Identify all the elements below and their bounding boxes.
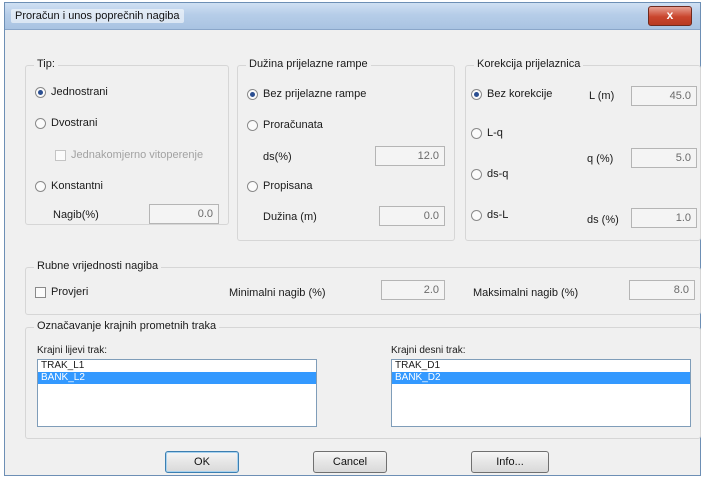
nagib-label: Nagib(%) [53,209,99,221]
radio-dvostrani[interactable] [35,118,46,129]
rubne-group: Rubne vrijednosti nagiba [25,260,701,315]
provjeri-label[interactable]: Provjeri [51,286,88,298]
list-item[interactable]: TRAK_D1 [392,360,690,372]
radio-proracunata-label[interactable]: Proračunata [263,119,323,131]
title-bar[interactable]: Proračun i unos poprečnih nagiba x [5,3,700,30]
radio-jednostrani[interactable] [35,87,46,98]
radio-bez-korekcije-label[interactable]: Bez korekcije [487,88,552,100]
nagib-input[interactable]: 0.0 [149,204,219,224]
list-item[interactable]: BANK_L2 [38,372,316,384]
radio-ds-q-label[interactable]: ds-q [487,168,508,180]
korekcija-legend: Korekcija prijelaznica [474,58,584,70]
radio-konstantni[interactable] [35,181,46,192]
min-nagib-input[interactable]: 2.0 [381,280,445,300]
duzina-label: Dužina (m) [263,211,317,223]
l-label: L (m) [589,90,615,102]
min-nagib-label: Minimalni nagib (%) [229,287,326,299]
ds-percent-label: ds (%) [587,214,619,226]
radio-l-q-label[interactable]: L-q [487,127,503,139]
rubne-legend: Rubne vrijednosti nagiba [34,260,162,272]
max-nagib-input[interactable]: 8.0 [629,280,695,300]
ds-label: ds(%) [263,151,292,163]
radio-ds-l[interactable] [471,210,482,221]
left-lane-label: Krajni lijevi trak: [37,345,108,356]
tip-legend: Tip: [34,58,58,70]
radio-konstantni-label[interactable]: Konstantni [51,180,103,192]
provjeri-checkbox[interactable] [35,287,46,298]
list-item[interactable]: BANK_D2 [392,372,690,384]
radio-bez-korekcije[interactable] [471,89,482,100]
close-button[interactable]: x [648,6,692,26]
cancel-button[interactable]: Cancel [313,451,387,473]
oznacavanje-legend: Označavanje krajnih prometnih traka [34,320,220,332]
jednakomjerno-checkbox[interactable] [55,150,66,161]
duzina-legend: Dužina prijelazne rampe [246,58,371,70]
radio-bez-prijelazne-rampe-label[interactable]: Bez prijelazne rampe [263,88,366,100]
radio-propisana[interactable] [247,181,258,192]
right-lane-label: Krajni desni trak: [391,345,466,356]
right-lane-list[interactable]: TRAK_D1 BANK_D2 [391,359,691,427]
radio-l-q[interactable] [471,128,482,139]
max-nagib-label: Maksimalni nagib (%) [473,287,579,299]
dialog-window: Proračun i unos poprečnih nagiba x Tip: … [4,2,701,476]
radio-propisana-label[interactable]: Propisana [263,180,313,192]
radio-dvostrani-label[interactable]: Dvostrani [51,117,97,129]
q-label: q (%) [587,153,614,165]
list-item[interactable]: TRAK_L1 [38,360,316,372]
radio-bez-prijelazne-rampe[interactable] [247,89,258,100]
window-title: Proračun i unos poprečnih nagiba [11,9,184,23]
duzina-input[interactable]: 0.0 [379,206,445,226]
l-input[interactable]: 45.0 [631,86,697,106]
jednakomjerno-label: Jednakomjerno vitoperenje [71,149,204,161]
ds-percent-input[interactable]: 1.0 [631,208,697,228]
info-button[interactable]: Info... [471,451,549,473]
radio-ds-q[interactable] [471,169,482,180]
radio-proracunata[interactable] [247,120,258,131]
q-input[interactable]: 5.0 [631,148,697,168]
radio-jednostrani-label[interactable]: Jednostrani [51,86,108,98]
radio-ds-l-label[interactable]: ds-L [487,209,508,221]
left-lane-list[interactable]: TRAK_L1 BANK_L2 [37,359,317,427]
ok-button[interactable]: OK [165,451,239,473]
ds-input[interactable]: 12.0 [375,146,445,166]
